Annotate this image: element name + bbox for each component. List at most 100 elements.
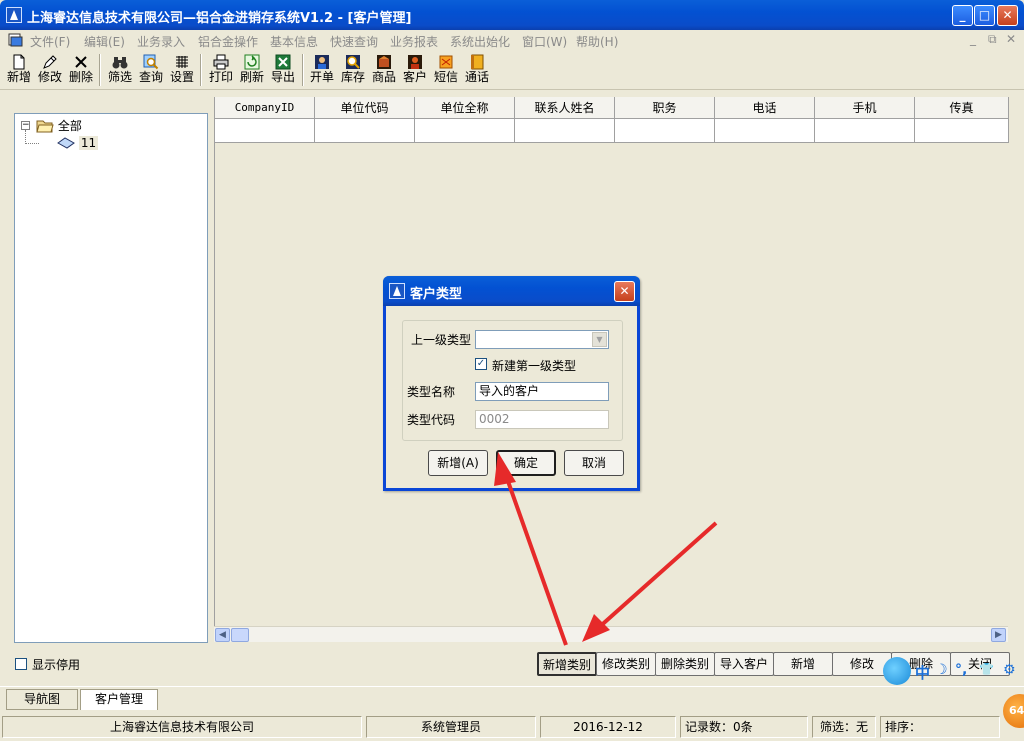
ime-toolbar[interactable]: 中 ☽ °, 👕 ⚙ xyxy=(883,657,1023,687)
tree-connector xyxy=(25,130,26,144)
mdi-minimize-button[interactable]: _ xyxy=(970,32,976,46)
menu-window[interactable]: 窗口(W) xyxy=(522,33,567,50)
toolbar-new-button[interactable]: 新增 xyxy=(3,52,35,88)
column-header[interactable]: 单位代码 xyxy=(315,97,415,119)
add-category-button[interactable]: 新增类别 xyxy=(537,652,597,676)
mdi-restore-button[interactable]: ⧉ xyxy=(988,32,997,47)
toolbar-order-button[interactable]: 开单 xyxy=(306,52,338,88)
printer-icon xyxy=(213,54,229,70)
gear-icon[interactable]: ⚙ xyxy=(1003,662,1016,678)
scroll-thumb[interactable] xyxy=(231,628,249,642)
mdi-close-button[interactable]: ✕ xyxy=(1006,32,1016,46)
close-window-button[interactable]: ✕ xyxy=(997,5,1018,26)
search-icon xyxy=(143,54,159,70)
tree-node-all[interactable]: 全部 xyxy=(36,117,82,134)
dialog-new-button[interactable]: 新增(A) xyxy=(428,450,488,476)
ime-language-toggle[interactable]: 中 xyxy=(915,662,930,683)
type-code-field[interactable]: 0002 xyxy=(475,410,609,429)
tree-node-label: 11 xyxy=(78,135,99,150)
tree-node-11[interactable]: 11 xyxy=(57,135,99,150)
sms-icon xyxy=(439,55,453,69)
toolbar-settings-button[interactable]: 设置 xyxy=(166,52,198,88)
grid-header: CompanyID 单位代码 单位全称 联系人姓名 职务 电话 手机 传真 xyxy=(215,97,1009,119)
import-customer-button[interactable]: 导入客户 xyxy=(714,652,774,676)
skin-shirt-icon[interactable]: 👕 xyxy=(979,662,994,676)
tree-node-label: 全部 xyxy=(57,119,82,133)
toolbar-separator xyxy=(99,54,101,86)
scroll-left-button[interactable]: ◀ xyxy=(215,628,230,642)
type-name-field[interactable]: 导入的客户 xyxy=(475,382,609,401)
column-header[interactable]: 职务 xyxy=(615,97,715,119)
column-header[interactable]: CompanyID xyxy=(215,97,315,119)
order-icon xyxy=(315,55,329,69)
minimize-button[interactable]: _ xyxy=(952,5,973,26)
toolbar-inventory-button[interactable]: 库存 xyxy=(337,52,369,88)
inventory-icon xyxy=(346,55,360,69)
toolbar-call-button[interactable]: 通话 xyxy=(461,52,493,88)
dialog-ok-button[interactable]: 确定 xyxy=(496,450,556,476)
column-header[interactable]: 手机 xyxy=(815,97,915,119)
punctuation-icon[interactable]: °, xyxy=(955,662,967,678)
table-cell[interactable] xyxy=(915,119,1009,143)
toolbar-query-button[interactable]: 查询 xyxy=(135,52,167,88)
dialog-cancel-button[interactable]: 取消 xyxy=(564,450,624,476)
tree-connector xyxy=(25,143,39,144)
delete-category-button[interactable]: 删除类别 xyxy=(655,652,715,676)
table-cell[interactable] xyxy=(215,119,315,143)
tab-navigation[interactable]: 导航图 xyxy=(6,689,78,710)
table-cell[interactable] xyxy=(615,119,715,143)
dialog-close-button[interactable]: ✕ xyxy=(614,281,635,302)
add-customer-button[interactable]: 新增 xyxy=(773,652,833,676)
column-header[interactable]: 单位全称 xyxy=(415,97,515,119)
moon-icon[interactable]: ☽ xyxy=(935,662,948,678)
toolbar-customer-button[interactable]: 客户 xyxy=(399,52,431,88)
toolbar-edit-button[interactable]: 修改 xyxy=(34,52,66,88)
column-header[interactable]: 联系人姓名 xyxy=(515,97,615,119)
menu-bar: 文件(F) 编辑(E) 业务录入 铝合金操作 基本信息 快速查询 业务报表 系统… xyxy=(0,30,1024,50)
parent-type-label: 上一级类型 xyxy=(411,333,472,347)
column-header[interactable]: 电话 xyxy=(715,97,815,119)
status-date: 2016-12-12 xyxy=(540,716,676,738)
parent-type-select[interactable]: ▼ xyxy=(475,330,609,349)
new-first-level-checkbox[interactable]: ✓ xyxy=(475,358,487,370)
scroll-right-button[interactable]: ▶ xyxy=(991,628,1006,642)
toolbar-filter-button[interactable]: 筛选 xyxy=(104,52,136,88)
maximize-button[interactable]: □ xyxy=(974,5,995,26)
menu-basic-info[interactable]: 基本信息 xyxy=(270,33,318,50)
status-user: 系统管理员 xyxy=(366,716,536,738)
horizontal-scrollbar[interactable]: ◀ ▶ xyxy=(214,626,1008,642)
toolbar-product-button[interactable]: 商品 xyxy=(368,52,400,88)
menu-help[interactable]: 帮助(H) xyxy=(576,33,618,50)
category-tree[interactable]: − 全部 11 xyxy=(14,113,208,643)
window-title: 上海睿达信息技术有限公司—铝合金进销存系统V1.2 - [客户管理] xyxy=(27,11,412,26)
toolbar-sms-button[interactable]: 短信 xyxy=(430,52,462,88)
show-disabled-checkbox[interactable] xyxy=(15,658,27,670)
edit-category-button[interactable]: 修改类别 xyxy=(596,652,656,676)
toolbar-export-button[interactable]: 导出 xyxy=(267,52,299,88)
menu-file[interactable]: 文件(F) xyxy=(30,33,70,50)
menu-system-init[interactable]: 系统出始化 xyxy=(450,33,510,50)
dialog-title-bar: 客户类型 ✕ xyxy=(383,276,640,306)
table-cell[interactable] xyxy=(415,119,515,143)
menu-aluminum-ops[interactable]: 铝合金操作 xyxy=(198,33,258,50)
tab-customer-management[interactable]: 客户管理 xyxy=(80,689,158,710)
dialog-title: 客户类型 xyxy=(410,287,463,302)
toolbar-print-button[interactable]: 打印 xyxy=(205,52,237,88)
table-row[interactable] xyxy=(215,119,1009,143)
menu-business-report[interactable]: 业务报表 xyxy=(390,33,438,50)
table-cell[interactable] xyxy=(515,119,615,143)
status-record-count: 记录数：0条 xyxy=(680,716,808,738)
menu-business-entry[interactable]: 业务录入 xyxy=(137,33,185,50)
table-cell[interactable] xyxy=(715,119,815,143)
toolbar-refresh-button[interactable]: 刷新 xyxy=(236,52,268,88)
chevron-down-icon[interactable]: ▼ xyxy=(592,332,607,347)
menu-quick-query[interactable]: 快速查询 xyxy=(330,33,378,50)
new-doc-icon xyxy=(13,54,25,70)
table-cell[interactable] xyxy=(815,119,915,143)
toolbar-delete-button[interactable]: 删除 xyxy=(65,52,97,88)
table-cell[interactable] xyxy=(315,119,415,143)
column-header[interactable]: 传真 xyxy=(915,97,1009,119)
menu-edit[interactable]: 编辑(E) xyxy=(84,33,125,50)
settings-icon xyxy=(176,56,188,68)
tree-collapse-toggle[interactable]: − xyxy=(21,121,30,130)
